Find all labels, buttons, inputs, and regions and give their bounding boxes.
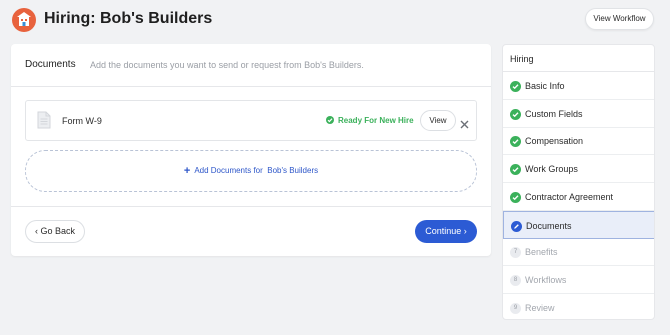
- sidebar-step-compensation[interactable]: Compensation: [503, 127, 654, 156]
- chevron-right-icon: ›: [463, 226, 467, 236]
- sidebar-step-contractor-agreement[interactable]: Contractor Agreement: [503, 183, 654, 211]
- pencil-icon: [511, 220, 522, 232]
- sidebar-title: Hiring: [510, 54, 534, 64]
- documents-card: Documents Add the documents you want to …: [11, 44, 491, 256]
- sidebar-header: Hiring: [503, 45, 654, 72]
- footer-divider: [11, 206, 491, 207]
- add-documents-label: Add Documents for Bob's Builders: [194, 166, 319, 175]
- go-back-label: Go Back: [40, 226, 76, 236]
- sidebar-step-basic-info[interactable]: Basic Info: [503, 72, 654, 100]
- continue-button[interactable]: Continue ›: [415, 220, 477, 243]
- check-circle-icon: [510, 81, 521, 92]
- sidebar-step-label: Compensation: [525, 136, 584, 147]
- sidebar-step-review[interactable]: 9 Review: [503, 294, 654, 319]
- sidebar-step-label: Contractor Agreement: [525, 191, 614, 202]
- add-documents-button[interactable]: + Add Documents for Bob's Builders: [25, 150, 477, 192]
- sidebar-step-label: Review: [525, 302, 555, 313]
- sidebar-step-benefits[interactable]: 7 Benefits: [503, 238, 654, 267]
- plus-icon: +: [183, 165, 191, 177]
- status-text: Ready For New Hire: [338, 116, 414, 125]
- check-circle-icon: [326, 116, 334, 124]
- sidebar-step-label: Custom Fields: [525, 108, 583, 119]
- view-document-button[interactable]: View: [420, 110, 456, 131]
- sidebar-step-label: Documents: [526, 220, 572, 231]
- page-title: Hiring: Bob's Builders: [44, 10, 213, 27]
- step-number-icon: 7: [510, 247, 521, 259]
- status-badge: Ready For New Hire: [326, 116, 414, 125]
- go-back-button[interactable]: ‹ Go Back: [25, 220, 85, 243]
- view-workflow-button[interactable]: View Workflow: [585, 8, 654, 30]
- check-circle-icon: [510, 108, 521, 120]
- document-file-icon: [37, 111, 51, 134]
- document-name: Form W-9: [62, 116, 102, 126]
- step-number-icon: 9: [510, 302, 521, 314]
- sidebar-step-label: Workflows: [525, 274, 567, 285]
- sidebar-step-custom-fields[interactable]: Custom Fields: [503, 100, 654, 128]
- chevron-left-icon: ‹: [34, 226, 38, 236]
- card-description: Add the documents you want to send or re…: [90, 60, 364, 70]
- check-circle-icon: [510, 164, 521, 176]
- sidebar-step-label: Work Groups: [525, 164, 578, 175]
- sidebar-step-work-groups[interactable]: Work Groups: [503, 155, 654, 184]
- company-logo-icon: [12, 8, 36, 32]
- card-header: Documents Add the documents you want to …: [11, 44, 491, 87]
- hiring-steps-sidebar: Hiring Basic Info Custom Fields Compensati…: [502, 44, 655, 320]
- step-number-icon: 8: [510, 274, 521, 286]
- sidebar-step-workflows[interactable]: 8 Workflows: [503, 266, 654, 294]
- continue-label: Continue: [425, 226, 462, 236]
- card-title: Documents: [25, 59, 76, 70]
- remove-document-close-icon[interactable]: [460, 116, 469, 134]
- sidebar-step-label: Basic Info: [525, 81, 565, 91]
- page-header: Hiring: Bob's Builders View Workflow: [0, 0, 670, 40]
- check-circle-icon: [510, 191, 521, 203]
- check-circle-icon: [510, 136, 521, 148]
- sidebar-step-documents[interactable]: Documents: [503, 210, 654, 239]
- sidebar-step-label: Benefits: [525, 247, 558, 258]
- document-row: Form W-9 Ready For New Hire View: [25, 100, 477, 141]
